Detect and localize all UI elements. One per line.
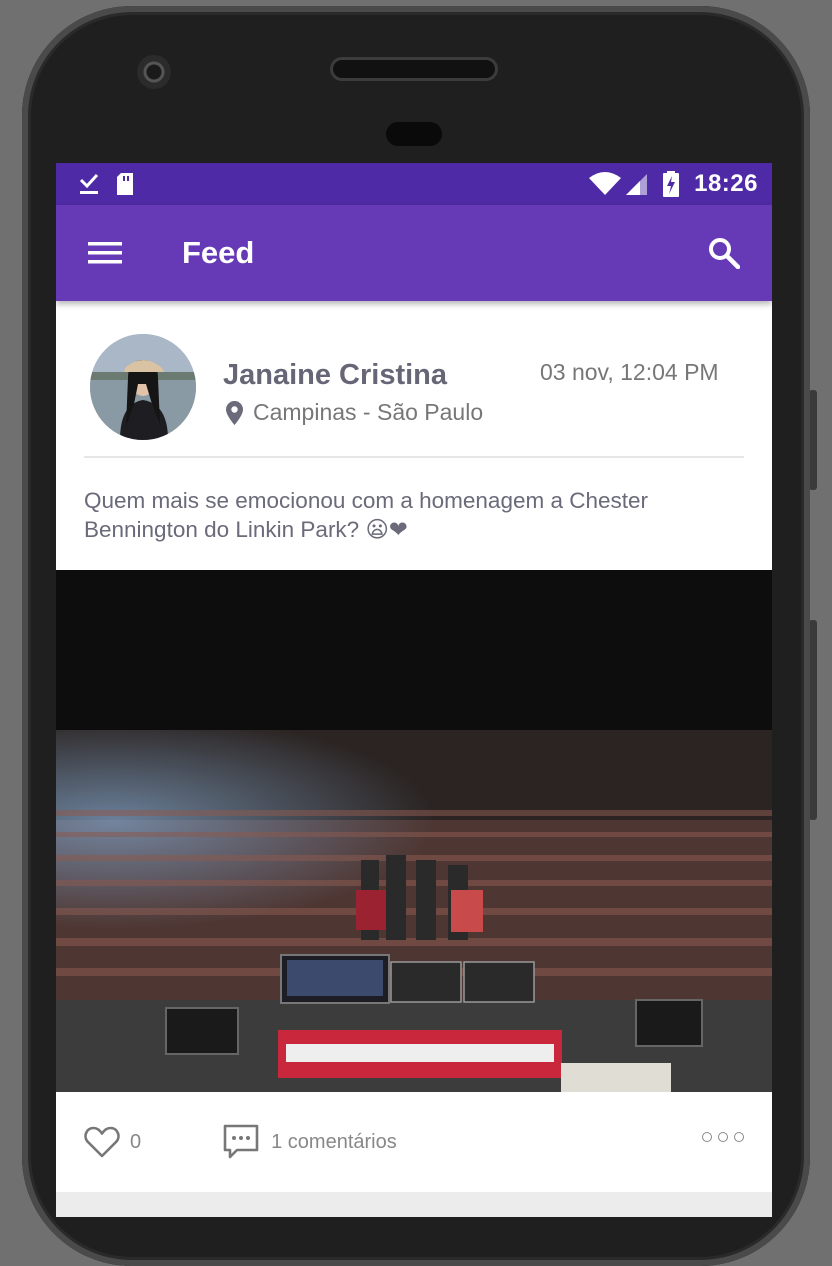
power-button — [809, 390, 817, 490]
battery-charging-icon — [663, 171, 680, 197]
earpiece-speaker — [333, 60, 495, 78]
more-dot-icon — [702, 1132, 712, 1142]
download-done-icon — [79, 173, 99, 194]
avatar[interactable] — [90, 334, 196, 440]
comment-button[interactable]: 1 comentários — [223, 1124, 397, 1160]
status-time: 18:26 — [694, 170, 758, 197]
volume-button — [809, 620, 817, 820]
sd-card-icon — [117, 173, 133, 195]
post-actions: 0 1 comentários — [56, 1092, 772, 1192]
status-bar: 18:26 — [56, 163, 772, 205]
comment-icon — [223, 1124, 259, 1159]
wifi-icon — [589, 172, 622, 195]
post-timestamp: 03 nov, 12:04 PM — [540, 359, 719, 385]
location-text: Campinas - São Paulo — [253, 399, 484, 425]
screen: 18:26 Feed Janaine Cristina 03 nov, 12:0… — [56, 163, 772, 1217]
post-location: Campinas - São Paulo — [226, 399, 483, 426]
app-bar: Feed — [56, 205, 772, 301]
more-dot-icon — [718, 1132, 728, 1142]
post-image[interactable] — [56, 570, 772, 1092]
search-icon[interactable] — [708, 237, 740, 269]
divider — [84, 456, 744, 458]
cell-signal-icon — [626, 174, 648, 195]
page-title: Feed — [182, 235, 255, 270]
front-camera — [137, 55, 171, 89]
heart-icon[interactable] — [84, 1126, 120, 1158]
more-options-button[interactable] — [702, 1132, 744, 1142]
post-text: Quem mais se emocionou com a homenagem a… — [84, 488, 649, 542]
like-count: 0 — [130, 1130, 142, 1153]
post-header: Janaine Cristina 03 nov, 12:04 PM Campin… — [56, 301, 772, 458]
concert-photo — [56, 570, 772, 1092]
proximity-sensor — [386, 122, 442, 146]
menu-icon[interactable] — [88, 240, 122, 266]
avatar-photo — [90, 334, 196, 440]
author-name[interactable]: Janaine Cristina — [223, 359, 447, 392]
more-dot-icon — [734, 1132, 744, 1142]
comment-count: 1 comentários — [271, 1130, 397, 1153]
location-pin-icon — [226, 400, 243, 425]
post-card: Janaine Cristina 03 nov, 12:04 PM Campin… — [56, 301, 772, 1192]
